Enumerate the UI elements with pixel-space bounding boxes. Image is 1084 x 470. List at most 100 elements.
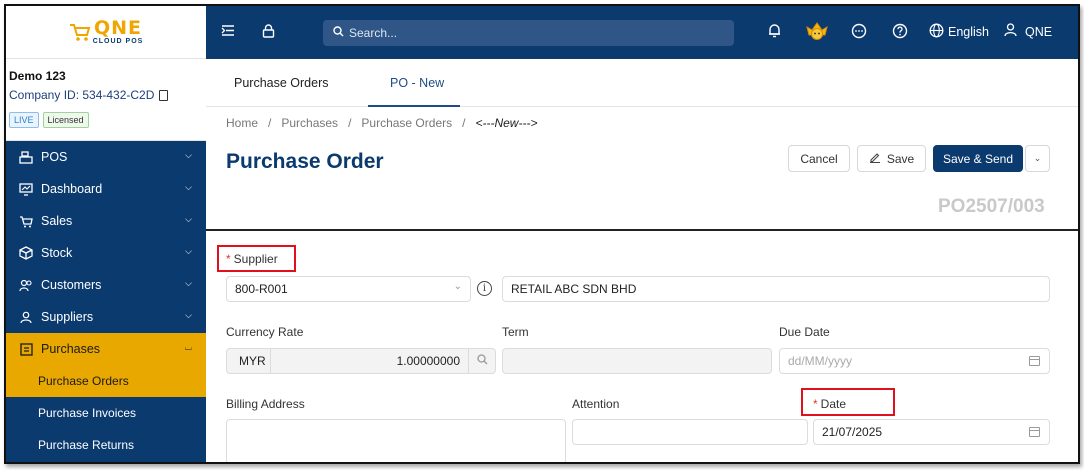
info-icon[interactable]: i — [477, 281, 492, 296]
register-icon — [18, 150, 34, 164]
rate-lookup-button[interactable] — [468, 348, 496, 374]
sidebar-item-stock[interactable]: Stock ⌵ — [6, 237, 206, 269]
logo-text: QNE — [93, 17, 143, 39]
date-label-text: Date — [820, 397, 847, 411]
date-value: 21/07/2025 — [822, 425, 883, 439]
page-tabs: Purchase Orders PO - New — [206, 59, 1078, 107]
document-number: PO2507/003 — [938, 196, 1045, 217]
breadcrumb-home[interactable]: Home — [226, 116, 258, 130]
cart-logo-icon — [69, 24, 91, 41]
chat-icon[interactable] — [851, 23, 867, 42]
sidebar-item-label: Sales — [41, 214, 73, 228]
sidebar-menu: POS ⌵ Dashboard ⌵ Sales ⌵ Stock ⌵ Custom… — [6, 141, 206, 461]
date-label: * Date — [813, 397, 846, 411]
user-menu[interactable]: QNE — [1004, 23, 1052, 40]
company-name: Demo 123 — [9, 69, 66, 83]
search-icon — [476, 354, 488, 368]
sidebar-subitem-purchase-returns[interactable]: Purchase Returns — [6, 429, 206, 461]
sidebar-item-purchases[interactable]: Purchases ⌴ — [6, 333, 206, 365]
sidebar-item-label: Stock — [41, 246, 73, 260]
sidebar-item-customers[interactable]: Customers ⌵ — [6, 269, 206, 301]
pencil-icon — [869, 151, 881, 166]
top-bar: Search... English QNE — [206, 6, 1078, 59]
due-date-placeholder: dd/MM/yyyy — [788, 354, 853, 368]
breadcrumb-purchases[interactable]: Purchases — [281, 116, 338, 130]
breadcrumb-purchase-orders[interactable]: Purchase Orders — [361, 116, 452, 130]
sidebar-item-dashboard[interactable]: Dashboard ⌵ — [6, 173, 206, 205]
logo[interactable]: QNE CLOUD POS — [6, 6, 206, 59]
sidebar-item-label: Suppliers — [41, 310, 94, 324]
chevron-down-icon: ⌵ — [185, 246, 192, 256]
sidebar-item-pos[interactable]: POS ⌵ — [6, 141, 206, 173]
breadcrumb-separator: / — [348, 116, 352, 130]
logo-subtext: CLOUD POS — [92, 38, 144, 45]
monitor-chart-icon — [18, 182, 34, 196]
supplier-name-field[interactable]: RETAIL ABC SDN BHD — [502, 276, 1050, 302]
bell-icon[interactable] — [768, 23, 781, 41]
breadcrumb-separator: / — [268, 116, 272, 130]
page-title: Purchase Order — [226, 150, 384, 173]
breadcrumb-separator: / — [462, 116, 466, 130]
attention-label: Attention — [572, 397, 620, 411]
sidebar-item-label: POS — [41, 150, 68, 164]
due-date-input[interactable]: dd/MM/yyyy — [779, 348, 1050, 374]
chevron-down-icon: ⌵ — [185, 150, 192, 160]
chevron-down-icon: ⌵ — [185, 214, 192, 224]
sidebar-item-label: Purchases — [41, 342, 101, 356]
crown-mascot-icon[interactable] — [805, 21, 829, 44]
language-selector[interactable]: English — [929, 23, 989, 41]
required-marker: * — [226, 252, 231, 266]
basket-icon — [18, 214, 34, 228]
calendar-icon — [1029, 356, 1040, 366]
globe-icon — [929, 23, 944, 41]
breadcrumb-current: <---New---> — [475, 116, 538, 130]
sidebar-subitem-purchase-invoices[interactable]: Purchase Invoices — [6, 397, 206, 429]
billing-address-label: Billing Address — [226, 397, 305, 411]
sidebar-item-label: Dashboard — [41, 182, 103, 196]
user-name: QNE — [1025, 24, 1053, 39]
copy-icon[interactable] — [159, 89, 169, 101]
language-label: English — [948, 25, 989, 39]
chevron-up-icon: ⌴ — [184, 342, 192, 352]
app-window: QNE CLOUD POS Demo 123 Company ID: 534-4… — [4, 4, 1080, 464]
term-field[interactable] — [502, 348, 772, 374]
chevron-down-icon: ⌵ — [185, 278, 192, 288]
save-and-send-button[interactable]: Save & Send — [933, 145, 1023, 172]
sidebar-item-label: Customers — [41, 278, 102, 292]
box-icon — [18, 246, 34, 260]
save-button[interactable]: Save — [857, 145, 926, 172]
clipboard-icon — [18, 342, 34, 356]
company-info: Demo 123 Company ID: 534-432-C2D LIVE Li… — [6, 59, 206, 141]
sidebar-item-suppliers[interactable]: Suppliers ⌵ — [6, 301, 206, 333]
help-icon[interactable] — [892, 23, 908, 42]
search-input[interactable]: Search... — [323, 20, 734, 46]
supplier-select[interactable]: 800-R001 ⌄ — [226, 276, 471, 302]
sidebar-subitem-purchase-orders[interactable]: Purchase Orders — [6, 365, 206, 397]
currency-code: MYR — [226, 348, 271, 374]
cancel-button[interactable]: Cancel — [788, 145, 850, 172]
breadcrumb: Home / Purchases / Purchase Orders / <--… — [226, 116, 537, 130]
company-id-text: Company ID: 534-432-C2D — [9, 88, 155, 102]
currency-rate-field[interactable]: 1.00000000 — [270, 348, 469, 374]
supplier-name: RETAIL ABC SDN BHD — [511, 282, 637, 296]
user-icon — [18, 310, 34, 324]
date-input[interactable]: 21/07/2025 — [813, 419, 1050, 445]
header-divider — [206, 229, 1078, 231]
supplier-label-text: Supplier — [233, 252, 278, 266]
save-button-label: Save — [886, 151, 915, 166]
due-date-label: Due Date — [779, 325, 830, 339]
lock-icon[interactable] — [262, 24, 275, 41]
sidebar-item-sales[interactable]: Sales ⌵ — [6, 205, 206, 237]
chevron-down-icon: ⌄ — [1033, 153, 1042, 163]
user-icon — [1004, 23, 1017, 40]
attention-input[interactable] — [572, 419, 808, 445]
billing-address-textarea[interactable] — [226, 419, 566, 462]
tab-purchase-orders[interactable]: Purchase Orders — [234, 76, 328, 90]
live-badge: LIVE — [9, 112, 39, 128]
menu-collapse-icon[interactable] — [221, 24, 235, 40]
supplier-code: 800-R001 — [235, 282, 288, 296]
more-actions-button[interactable]: ⌄ — [1025, 145, 1050, 172]
term-label: Term — [502, 325, 529, 339]
users-icon — [18, 278, 34, 292]
tab-po-new[interactable]: PO - New — [390, 76, 444, 90]
